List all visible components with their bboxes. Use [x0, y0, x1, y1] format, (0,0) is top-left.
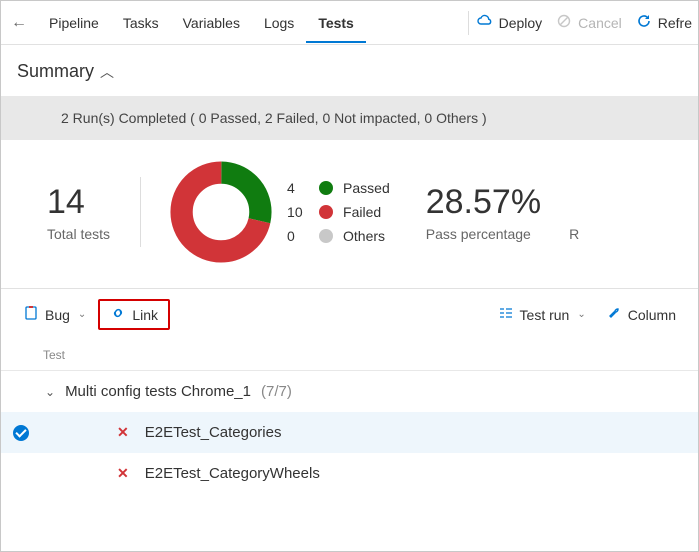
bug-icon: [23, 305, 39, 324]
group-count: (7/7): [261, 383, 292, 400]
link-label: Link: [132, 307, 158, 323]
separator: [468, 11, 469, 35]
column-label: Column: [628, 307, 676, 323]
tab-pipeline[interactable]: Pipeline: [37, 3, 111, 43]
separator: [140, 177, 141, 247]
link-button[interactable]: Link: [98, 299, 170, 330]
test-name: E2ETest_CategoryWheels: [145, 465, 320, 482]
checked-icon[interactable]: [13, 425, 29, 441]
pass-percentage-value: 28.57%: [426, 183, 541, 222]
summary-header[interactable]: Summary ︿: [1, 45, 698, 96]
legend-others: 0 Others: [287, 228, 390, 244]
cancel-button: Cancel: [556, 13, 622, 32]
tab-logs[interactable]: Logs: [252, 3, 306, 43]
failed-count: 10: [287, 204, 309, 220]
legend-failed: 10 Failed: [287, 204, 390, 220]
legend: 4 Passed 10 Failed 0 Others: [287, 180, 390, 244]
cancel-icon: [556, 13, 572, 32]
test-column-header[interactable]: Test: [1, 340, 698, 371]
testrun-dropdown[interactable]: Test run ⌄: [490, 301, 594, 328]
fail-x-icon: ✕: [117, 424, 129, 441]
top-actions: Deploy Cancel Refre: [477, 13, 698, 32]
passed-label: Passed: [343, 180, 390, 196]
deploy-button[interactable]: Deploy: [477, 13, 543, 32]
bug-label: Bug: [45, 307, 70, 323]
deploy-label: Deploy: [499, 15, 543, 31]
bug-dropdown[interactable]: Bug ⌄: [15, 301, 94, 328]
chevron-up-icon: ︿: [100, 62, 114, 82]
top-navbar: ← Pipeline Tasks Variables Logs Tests De…: [1, 1, 698, 45]
test-row[interactable]: ✕ E2ETest_Categories: [1, 412, 698, 453]
passed-count: 4: [287, 180, 309, 196]
top-tabs: Pipeline Tasks Variables Logs Tests: [37, 3, 366, 43]
column-options-button[interactable]: Column: [598, 301, 684, 328]
checkbox-empty[interactable]: [13, 466, 29, 482]
total-tests-block: 14 Total tests: [47, 183, 110, 242]
testrun-icon: [498, 305, 514, 324]
back-icon[interactable]: ←: [1, 14, 37, 32]
tab-tests[interactable]: Tests: [306, 3, 366, 43]
others-count: 0: [287, 228, 309, 244]
cloud-icon: [477, 13, 493, 32]
group-name: Multi config tests Chrome_1: [65, 383, 251, 400]
results-toolbar: Bug ⌄ Link Test run ⌄ Column: [1, 289, 698, 340]
test-name: E2ETest_Categories: [145, 424, 282, 441]
wrench-icon: [606, 305, 622, 324]
dot-others-icon: [319, 229, 333, 243]
chevron-down-icon: ⌄: [577, 309, 585, 320]
dot-failed-icon: [319, 205, 333, 219]
link-icon: [110, 305, 126, 324]
legend-passed: 4 Passed: [287, 180, 390, 196]
outcome-chart: 4 Passed 10 Failed 0 Others: [169, 160, 390, 264]
others-label: Others: [343, 228, 385, 244]
donut-icon: [169, 160, 273, 264]
chevron-down-icon: ⌄: [78, 309, 86, 320]
refresh-label: Refre: [658, 15, 692, 31]
test-row[interactable]: ✕ E2ETest_CategoryWheels: [1, 453, 698, 494]
topbar-left: ← Pipeline Tasks Variables Logs Tests: [1, 3, 460, 43]
tab-tasks[interactable]: Tasks: [111, 3, 171, 43]
cutoff-number: [569, 183, 579, 222]
total-tests-value: 14: [47, 183, 110, 222]
cutoff-block: R: [569, 183, 579, 242]
pass-percentage-block: 28.57% Pass percentage: [426, 183, 541, 242]
summary-title: Summary: [17, 61, 94, 82]
dot-passed-icon: [319, 181, 333, 195]
pass-percentage-label: Pass percentage: [426, 226, 541, 242]
cancel-label: Cancel: [578, 15, 622, 31]
tab-variables[interactable]: Variables: [171, 3, 252, 43]
total-tests-label: Total tests: [47, 226, 110, 242]
chevron-down-icon: ⌄: [45, 385, 55, 399]
failed-label: Failed: [343, 204, 381, 220]
runs-completed-bar: 2 Run(s) Completed ( 0 Passed, 2 Failed,…: [1, 96, 698, 140]
fail-x-icon: ✕: [117, 465, 129, 482]
test-group-row[interactable]: ⌄ Multi config tests Chrome_1 (7/7): [1, 371, 698, 412]
stats-panel: 14 Total tests 4 Passed 10 Failed 0 Othe: [1, 140, 698, 289]
refresh-button[interactable]: Refre: [636, 13, 692, 32]
cutoff-label: R: [569, 226, 579, 242]
refresh-icon: [636, 13, 652, 32]
testrun-label: Test run: [520, 307, 570, 323]
